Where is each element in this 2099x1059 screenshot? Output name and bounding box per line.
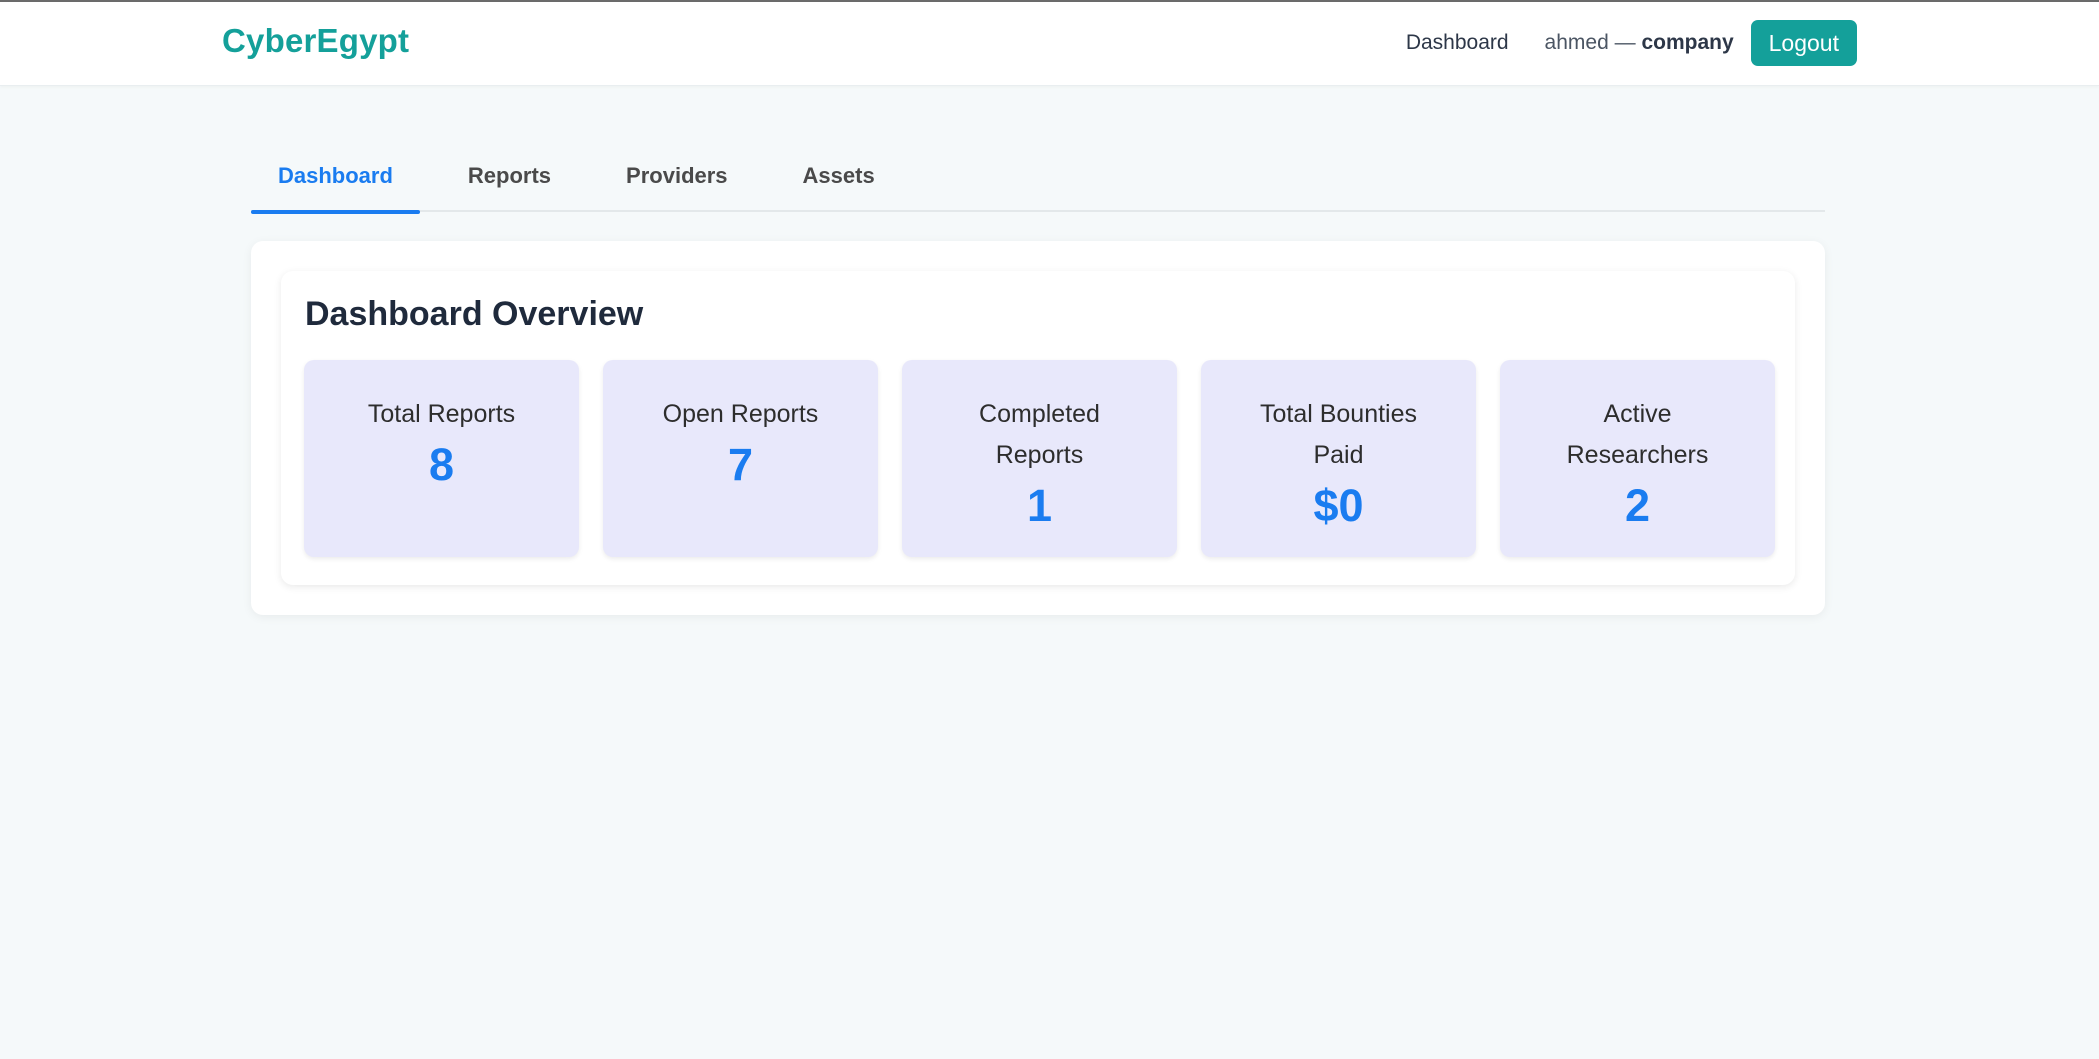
stat-label: Completed Reports — [979, 400, 1100, 469]
stat-value: 8 — [428, 439, 455, 490]
user-name: ahmed — [1544, 31, 1609, 54]
user-info: ahmed — company — [1545, 31, 1734, 55]
content-panel: Dashboard Overview Total Reports 8 Open … — [251, 241, 1825, 615]
dashboard-overview-card: Dashboard Overview Total Reports 8 Open … — [281, 271, 1795, 585]
overview-title: Dashboard Overview — [305, 295, 644, 333]
stat-card-open-reports: Open Reports 7 — [603, 360, 878, 557]
stats-row: Total Reports 8 Open Reports 7 Completed… — [304, 360, 1775, 557]
stat-value: 2 — [1624, 480, 1651, 531]
nav-link-dashboard[interactable]: Dashboard — [1406, 31, 1509, 55]
tab-assets[interactable]: Assets — [776, 150, 902, 212]
stat-card-total-bounties-paid: Total Bounties Paid $0 — [1201, 360, 1476, 557]
tab-reports[interactable]: Reports — [441, 150, 578, 212]
stat-value: 7 — [727, 439, 754, 490]
stat-label: Open Reports — [662, 400, 819, 428]
logout-button[interactable]: Logout — [1750, 20, 1857, 66]
stat-label: Total Bounties Paid — [1259, 400, 1418, 469]
top-navbar: CyberEgypt Dashboard ahmed — company Log… — [0, 2, 2099, 86]
stat-label: Total Reports — [367, 400, 516, 428]
tab-dashboard[interactable]: Dashboard — [251, 150, 420, 214]
stat-card-active-researchers: Active Researchers 2 — [1500, 360, 1775, 557]
tab-providers[interactable]: Providers — [599, 150, 755, 212]
user-role: company — [1641, 31, 1734, 54]
user-separator: — — [1608, 31, 1642, 54]
stat-label: Active Researchers — [1566, 400, 1709, 469]
tab-bar: Dashboard Reports Providers Assets — [251, 150, 1825, 214]
brand-logo[interactable]: CyberEgypt — [222, 22, 409, 60]
stat-card-completed-reports: Completed Reports 1 — [902, 360, 1177, 557]
stat-value: $0 — [1313, 480, 1364, 531]
stat-card-total-reports: Total Reports 8 — [304, 360, 579, 557]
nav-right: Dashboard ahmed — company Logout — [1406, 20, 1857, 66]
stat-value: 1 — [1026, 480, 1053, 531]
